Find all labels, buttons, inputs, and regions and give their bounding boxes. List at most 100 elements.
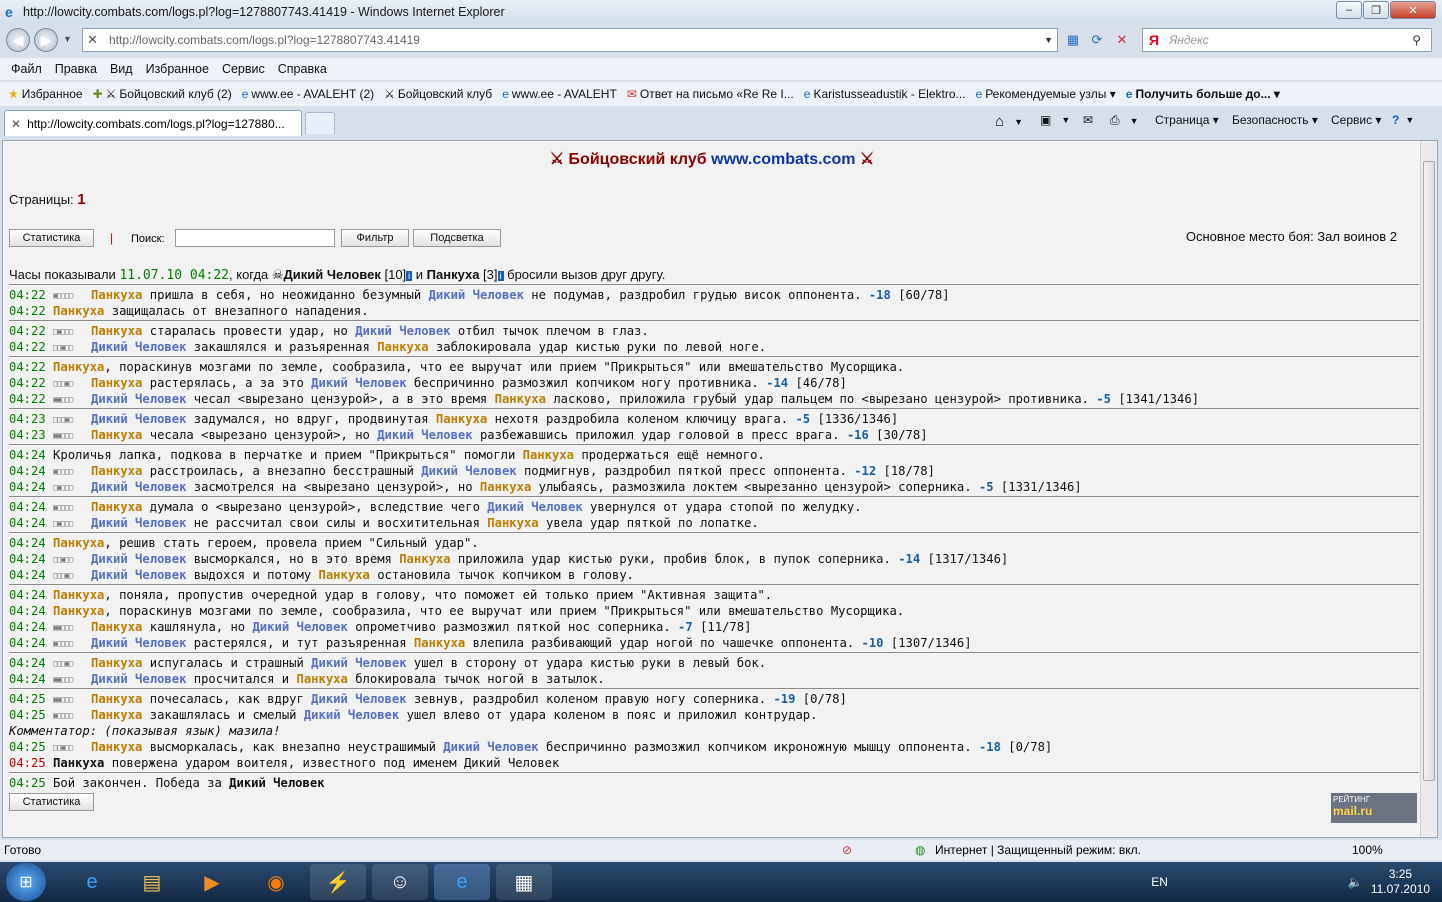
stats-button[interactable]: Статистика	[9, 229, 94, 247]
log-line: 04:22 Панкуха, пораскинув мозгами по зем…	[9, 360, 905, 374]
page-header: ⚔ Бойцовский клуб www.combats.com ⚔	[3, 149, 1421, 169]
address-dropdown-icon[interactable]: ▼	[1044, 35, 1053, 45]
window-title: http://lowcity.combats.com/logs.pl?log=1…	[23, 5, 505, 19]
security-zone[interactable]: Интернет | Защищенный режим: вкл.	[935, 843, 1141, 857]
page-1-link[interactable]: 1	[77, 191, 85, 208]
site-icon: ✕	[11, 116, 22, 131]
group-separator	[9, 356, 1419, 357]
search-icon[interactable]: ⚲	[1412, 33, 1421, 47]
group-separator	[9, 444, 1419, 445]
mail-icon: ✉	[626, 87, 637, 101]
scrollbar-thumb[interactable]	[1423, 161, 1435, 781]
bottom-stats-button[interactable]: Статистика	[9, 793, 94, 811]
hit-zone-icon: □□▣□□	[53, 742, 73, 752]
menu-view[interactable]: Вид	[110, 62, 133, 76]
close-button[interactable]: ✕	[1390, 1, 1436, 19]
new-tab-button[interactable]	[305, 112, 335, 134]
log-line: 04:24 □□▣□□ Дикий Человек высморкался, но…	[9, 552, 1009, 566]
menu-favorites[interactable]: Избранное	[146, 62, 209, 76]
skull-icon: ☠	[271, 267, 284, 282]
log-search-input[interactable]	[175, 229, 335, 247]
print-button[interactable]: ⎙ ▼	[1110, 113, 1139, 128]
mailru-rating-badge[interactable]: РЕЙТИНГ mail.ru	[1331, 793, 1417, 823]
maximize-button[interactable]: ❐	[1363, 1, 1389, 19]
ie-page-icon: e	[803, 87, 811, 101]
hit-zone-icon: ▣▣□□□	[53, 394, 73, 404]
fav-link-6[interactable]: e Karistusseadustik - Elektro...	[804, 87, 966, 101]
fav-link-3[interactable]: ⚔ Бойцовский клуб	[384, 87, 492, 101]
group-separator	[9, 284, 1419, 285]
taskbar-ie-icon[interactable]: e	[64, 864, 120, 900]
minimize-button[interactable]: –	[1336, 1, 1362, 19]
menu-tools[interactable]: Сервис	[222, 62, 265, 76]
group-separator	[9, 688, 1419, 689]
history-dropdown-icon[interactable]: ▼	[63, 34, 72, 44]
volume-icon[interactable]: 🔈	[1348, 875, 1363, 889]
forward-arrow-icon: ▶	[40, 31, 52, 48]
menu-bar: Файл Правка Вид Избранное Сервис Справка	[0, 58, 1442, 80]
hit-zone-icon: ▣□□□□	[53, 466, 73, 476]
log-line: 04:25 Панкуха повержена ударом воителя, …	[9, 756, 560, 770]
page-menu[interactable]: Страница ▾	[1155, 113, 1219, 127]
hit-zone-icon: ▣□□□□	[53, 502, 73, 512]
refresh-icon[interactable]: ⟳	[1087, 30, 1107, 50]
fav-link-7[interactable]: e Рекомендуемые узлы ▾	[976, 87, 1116, 101]
back-button[interactable]: ◀	[6, 28, 30, 52]
hit-zone-icon: □□▣□□	[53, 342, 73, 352]
menu-help[interactable]: Справка	[278, 62, 327, 76]
fav-link-5[interactable]: ✉ Ответ на письмо «Re Re I...	[627, 87, 794, 101]
crossed-swords-icon: ⚔	[859, 151, 875, 168]
home-button[interactable]: ⌂ ▼	[995, 113, 1023, 130]
hit-zone-icon: □▣□□□	[53, 518, 73, 528]
tools-menu[interactable]: Сервис ▾	[1331, 113, 1381, 127]
log-line: 04:22 □□□▣□ Панкуха растерялась, а за это…	[9, 376, 847, 390]
popup-blocker-icon[interactable]: ⊘	[842, 843, 852, 857]
log-line: 04:24 ▣▣□□□ Панкуха кашлянула, но Дикий Ч…	[9, 620, 752, 634]
feeds-button[interactable]: ▣ ▼	[1040, 113, 1070, 127]
taskbar-media-icon[interactable]: ▶	[184, 864, 240, 900]
highlight-button[interactable]: Подсветка	[413, 229, 501, 247]
menu-file[interactable]: Файл	[11, 62, 42, 76]
help-button[interactable]: ? ▼	[1392, 113, 1414, 127]
fav-link-4[interactable]: e www.ee - AVALEHT	[502, 87, 617, 101]
fav-link-2[interactable]: e www.ee - AVALEHT (2)	[242, 87, 374, 101]
safety-menu[interactable]: Безопасность ▾	[1232, 113, 1318, 127]
log-intro: Часы показывали 11.07.10 04:22, когда ☠Д…	[9, 267, 666, 283]
separator: |	[110, 231, 114, 245]
taskbar-ie-active-icon[interactable]: e	[434, 864, 490, 900]
taskbar-media-classic-icon[interactable]: ▦	[496, 864, 552, 900]
taskbar-explorer-icon[interactable]: ▤	[124, 864, 180, 900]
log-line: 04:24 ▣□□□□ Панкуха расстроилась, а внеза…	[9, 464, 935, 478]
filter-button[interactable]: Фильтр	[341, 229, 409, 247]
stop-icon[interactable]: ✕	[1112, 30, 1132, 50]
search-input[interactable]: Яндекс	[1169, 33, 1209, 47]
address-url[interactable]: http://lowcity.combats.com/logs.pl?log=1…	[109, 33, 420, 47]
taskbar-messenger-icon[interactable]: ☺	[372, 864, 428, 900]
tab-active[interactable]: ✕ http://lowcity.combats.com/logs.pl?log…	[4, 110, 302, 136]
search-box[interactable]: Я Яндекс ⚲	[1142, 28, 1432, 52]
hit-zone-icon: ▣□□□□	[53, 638, 73, 648]
lang-indicator[interactable]: EN	[1151, 875, 1168, 889]
compat-view-icon[interactable]: ▦	[1063, 30, 1083, 50]
fav-link-1[interactable]: ✚ ⚔ Бойцовский клуб (2)	[93, 87, 232, 101]
read-mail-button[interactable]: ✉	[1083, 113, 1093, 127]
clock[interactable]: 3:25 11.07.2010	[1371, 867, 1430, 897]
group-separator	[9, 772, 1419, 773]
ie-page-icon: e	[241, 87, 249, 101]
hit-zone-icon: ▣▣□□□	[53, 674, 73, 684]
forward-button[interactable]: ▶	[34, 28, 58, 52]
address-bar[interactable]: ✕ http://lowcity.combats.com/logs.pl?log…	[82, 28, 1058, 52]
group-separator	[9, 532, 1419, 533]
group-separator	[9, 408, 1419, 409]
log-line: 04:24 □▣□□□ Дикий Человек засмотрелся на …	[9, 480, 1082, 494]
start-button[interactable]: ⊞	[6, 863, 46, 901]
vertical-scrollbar[interactable]	[1420, 141, 1437, 837]
menu-edit[interactable]: Правка	[55, 62, 97, 76]
taskbar-firefox-icon[interactable]: ◉	[248, 864, 304, 900]
zoom-level[interactable]: 100%	[1352, 843, 1383, 857]
pagination: Страницы: 1	[9, 191, 86, 208]
taskbar-winamp-icon[interactable]: ⚡	[310, 864, 366, 900]
fav-link-8[interactable]: e Получить больше до... ▾	[1126, 87, 1280, 101]
club-site[interactable]: www.combats.com	[711, 151, 855, 168]
favorites-button[interactable]: ★ Избранное	[8, 87, 83, 101]
